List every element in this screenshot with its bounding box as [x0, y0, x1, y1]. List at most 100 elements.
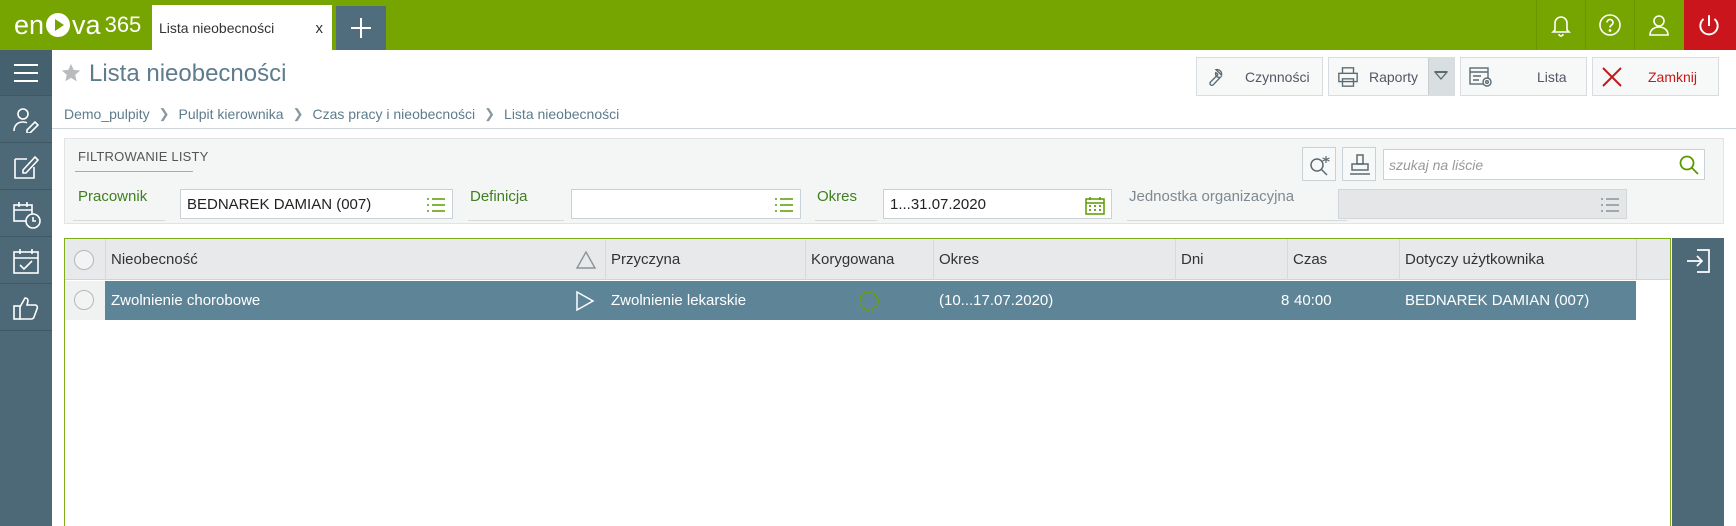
- chevron-right-icon: ❯: [292, 106, 304, 121]
- column-label: Czas: [1293, 251, 1328, 268]
- column-label: Nieobecność: [111, 251, 198, 268]
- okres-field[interactable]: 1...31.07.2020: [883, 189, 1112, 219]
- column-label: Przyczyna: [611, 251, 681, 268]
- table-row[interactable]: Zwolnienie chorobowe Zwolnienie lekarski…: [105, 281, 1636, 320]
- column-header-przyczyna[interactable]: Przyczyna: [605, 239, 805, 280]
- lista-button[interactable]: Lista: [1460, 57, 1587, 96]
- help-button[interactable]: [1585, 0, 1633, 50]
- printer-icon: [1338, 67, 1358, 87]
- clear-filter-button[interactable]: [1342, 147, 1376, 181]
- tab-lista-nieobecnosci[interactable]: Lista nieobecności x: [152, 5, 332, 50]
- column-label: Dotyczy użytkownika: [1405, 251, 1545, 268]
- column-header-nieobecnosc[interactable]: Nieobecność: [105, 239, 605, 280]
- user-icon: [1649, 15, 1669, 36]
- search-field[interactable]: [1383, 149, 1705, 180]
- tab-label: Lista nieobecności: [159, 20, 275, 36]
- favorite-star-icon[interactable]: [60, 62, 82, 84]
- logo-number: 365: [104, 12, 142, 37]
- pracownik-label: Pracownik: [78, 188, 148, 205]
- list-icon[interactable]: [426, 197, 446, 213]
- raporty-button[interactable]: Raporty: [1328, 57, 1455, 96]
- column-header-dni[interactable]: Dni: [1175, 239, 1287, 280]
- czynnosci-label: Czynności: [1245, 69, 1310, 85]
- row-selector-cell: [65, 281, 105, 320]
- sidebar-item-employee[interactable]: [0, 97, 52, 143]
- cell-nieobecnosc: Zwolnienie chorobowe: [111, 292, 261, 309]
- menu-icon: [14, 64, 38, 82]
- breadcrumb-item[interactable]: Pulpit kierownika: [179, 106, 284, 122]
- plus-icon: [351, 18, 371, 38]
- logo-play-icon: [46, 13, 71, 37]
- sidebar-menu-button[interactable]: [0, 50, 52, 96]
- enova-logo[interactable]: en va 365: [14, 10, 141, 40]
- pracownik-value: BEDNAREK DAMIAN (007): [187, 196, 372, 213]
- column-header-korygowana[interactable]: Korygowana: [805, 239, 933, 280]
- jednostka-label: Jednostka organizacyjna: [1129, 188, 1295, 205]
- power-icon: [1699, 15, 1719, 36]
- chevron-down-icon: [1434, 71, 1448, 80]
- column-header-filler: [1636, 239, 1670, 280]
- sidebar-item-time[interactable]: [0, 191, 52, 237]
- sidebar-item-calendar[interactable]: [0, 238, 52, 284]
- top-bar: en va 365 Lista nieobecności x: [0, 0, 1736, 50]
- column-header-uzytkownik[interactable]: Dotyczy użytkownika: [1399, 239, 1636, 280]
- divider: [52, 128, 1736, 129]
- column-label: Korygowana: [811, 251, 895, 268]
- definicja-label: Definicja: [470, 188, 528, 205]
- czynnosci-button[interactable]: Czynności: [1196, 57, 1323, 96]
- cell-uzytkownik: BEDNAREK DAMIAN (007): [1405, 292, 1590, 309]
- user-edit-icon: [13, 108, 39, 133]
- advanced-search-button[interactable]: [1302, 147, 1336, 181]
- search-input[interactable]: [1389, 155, 1669, 175]
- notifications-button[interactable]: [1536, 0, 1584, 50]
- calendar-clock-icon: [13, 202, 41, 229]
- cell-okres: (10...17.07.2020): [939, 292, 1054, 309]
- bell-icon: [1551, 16, 1571, 37]
- okres-label: Okres: [817, 188, 858, 205]
- sign-in-icon[interactable]: [1685, 248, 1711, 274]
- add-tab-button[interactable]: [336, 6, 386, 50]
- jednostka-field: [1338, 189, 1627, 219]
- divider: [815, 220, 877, 221]
- breadcrumb: Demo_pulpity ❯ Pulpit kierownika ❯ Czas …: [64, 106, 619, 122]
- column-header-czas[interactable]: Czas: [1287, 239, 1399, 280]
- sidebar-item-edit[interactable]: [0, 144, 52, 190]
- play-icon[interactable]: [575, 290, 595, 312]
- right-rail: [1672, 238, 1724, 526]
- divider: [73, 220, 165, 221]
- breadcrumb-item[interactable]: Demo_pulpity: [64, 106, 150, 122]
- chevron-right-icon: ❯: [158, 106, 170, 121]
- column-header-okres[interactable]: Okres: [933, 239, 1175, 280]
- calendar-check-icon: [13, 249, 39, 274]
- cell-dni: 8: [1281, 292, 1290, 309]
- breadcrumb-item[interactable]: Lista nieobecności: [504, 106, 619, 122]
- raporty-label: Raporty: [1369, 69, 1419, 85]
- zamknij-button[interactable]: Zamknij: [1592, 57, 1719, 96]
- filter-title: FILTROWANIE LISTY: [78, 149, 209, 164]
- wrench-icon: [1209, 68, 1223, 86]
- definicja-field[interactable]: [571, 189, 801, 219]
- pracownik-field[interactable]: BEDNAREK DAMIAN (007): [180, 189, 453, 219]
- list-icon[interactable]: [774, 197, 794, 213]
- korygowana-checkbox-icon: [859, 291, 879, 311]
- sidebar-item-approvals[interactable]: [0, 285, 52, 331]
- list-icon: [1601, 198, 1619, 212]
- raporty-dropdown-toggle[interactable]: [1428, 58, 1454, 95]
- calendar-icon[interactable]: [1085, 197, 1105, 215]
- user-button[interactable]: [1634, 0, 1682, 50]
- edit-icon: [14, 155, 39, 179]
- okres-value: 1...31.07.2020: [890, 196, 986, 213]
- row-select-radio[interactable]: [74, 290, 94, 310]
- tab-close-button[interactable]: x: [316, 20, 324, 37]
- cell-czas: 40:00: [1294, 292, 1332, 309]
- divider: [468, 220, 564, 221]
- zamknij-label: Zamknij: [1648, 69, 1698, 85]
- search-icon[interactable]: [1679, 155, 1699, 175]
- absence-table: Nieobecność Przyczyna Korygowana Okres D…: [64, 238, 1671, 526]
- logout-button[interactable]: [1684, 0, 1736, 50]
- breadcrumb-item[interactable]: Czas pracy i nieobecności: [312, 106, 475, 122]
- cell-przyczyna: Zwolnienie lekarskie: [611, 292, 747, 309]
- select-all-radio[interactable]: [74, 250, 94, 270]
- sort-ascending-icon[interactable]: [576, 251, 596, 269]
- list-settings-icon: [1469, 67, 1492, 87]
